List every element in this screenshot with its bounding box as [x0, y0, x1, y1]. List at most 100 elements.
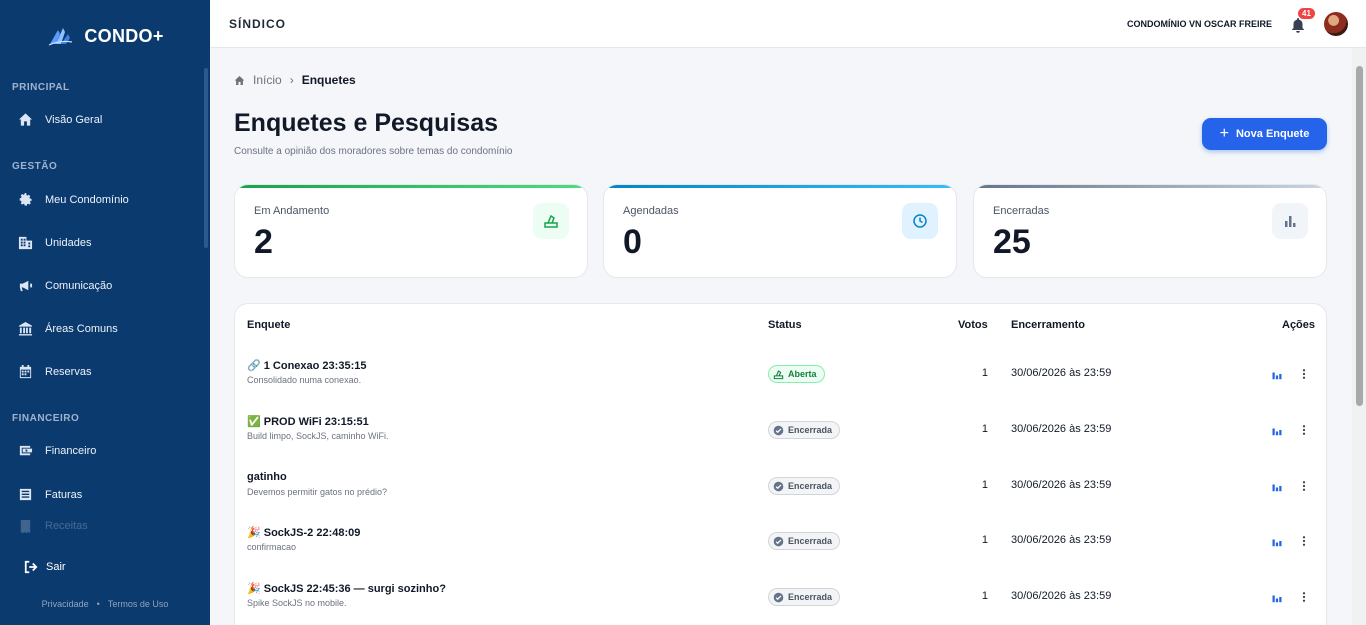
sidebar-item-financeiro[interactable]: Financeiro [0, 429, 210, 472]
sidebar-item-unidades[interactable]: Unidades [0, 221, 210, 264]
sidebar-item-comunicacao[interactable]: Comunicação [0, 264, 210, 307]
sidebar-item-label: Financeiro [45, 444, 97, 457]
poll-closing-date: 30/06/2026 às 23:59 [1011, 479, 1112, 491]
logout-icon [24, 560, 38, 574]
megaphone-icon [17, 278, 33, 294]
main-content: Início › Enquetes Enquetes e Pesquisas C… [210, 48, 1352, 625]
section-principal: PRINCIPAL [12, 82, 70, 93]
poll-title: 🔗 1 Conexao 23:35:15 [247, 360, 367, 372]
results-chart-icon[interactable] [1271, 534, 1285, 548]
stat-card-accent [235, 185, 587, 188]
sidebar-item-label: Comunicação [45, 279, 113, 292]
stat-value: 0 [623, 223, 642, 261]
status-label: Encerrada [788, 536, 833, 546]
new-poll-label: Nova Enquete [1235, 128, 1310, 140]
results-chart-icon[interactable] [1271, 423, 1285, 437]
sidebar-item-label: Visão Geral [45, 113, 103, 126]
table-row[interactable]: 🎉 SockJS 22:45:36 — surgi sozinho? Spike… [235, 570, 1328, 625]
sidebar-item-label: Unidades [45, 236, 92, 249]
section-gestao: GESTÃO [12, 161, 58, 172]
table-row[interactable]: 🔗 1 Conexao 23:35:15 Consolidado numa co… [235, 347, 1328, 403]
sidebar-item-faturas[interactable]: Faturas [0, 473, 210, 516]
sidebar-item-areas-comuns[interactable]: Áreas Comuns [0, 307, 210, 350]
poll-title: 🎉 SockJS-2 22:48:09 [247, 527, 361, 539]
results-chart-icon[interactable] [1271, 479, 1285, 493]
page-scrollbar[interactable] [1352, 48, 1366, 625]
section-financeiro: FINANCEIRO [12, 413, 80, 424]
polls-table: Enquete Status Votos Encerramento Ações … [234, 303, 1327, 625]
table-row[interactable]: gatinho Devemos permitir gatos no prédio… [235, 459, 1328, 515]
stat-card-accent [604, 185, 956, 188]
sidebar-footer: Privacidade • Termos de Uso [0, 599, 210, 609]
topbar: SÍNDICO CONDOMÍNIO VN OSCAR FREIRE 41 [210, 0, 1366, 48]
sidebar-item-reservas[interactable]: Reservas [0, 350, 210, 393]
table-row[interactable]: ✅ PROD WiFi 23:15:51 Build limpo, SockJS… [235, 403, 1328, 459]
vote-box-icon [773, 369, 784, 379]
clock-icon [902, 203, 938, 239]
avatar[interactable] [1324, 11, 1348, 36]
results-chart-icon[interactable] [1271, 590, 1285, 604]
poll-votes: 1 [981, 423, 988, 435]
more-options-icon[interactable] [1298, 423, 1308, 437]
more-options-icon[interactable] [1298, 534, 1308, 548]
receipt-icon [17, 518, 33, 534]
poll-closing-date: 30/06/2026 às 23:59 [1011, 367, 1112, 379]
status-badge: Encerrada [768, 588, 841, 606]
page-title: Enquetes e Pesquisas [234, 109, 499, 137]
plus-icon: + [1219, 125, 1229, 142]
poll-title: gatinho [247, 471, 287, 483]
check-circle-icon [773, 481, 784, 491]
stat-label: Encerradas [993, 205, 1050, 217]
poll-closing-date: 30/06/2026 às 23:59 [1011, 534, 1112, 546]
bell-icon [1292, 17, 1304, 33]
sidebar-item-meu-condominio[interactable]: Meu Condomínio [0, 178, 210, 221]
breadcrumb-home[interactable]: Início [253, 73, 282, 87]
more-options-icon[interactable] [1298, 590, 1308, 604]
poll-description: confirmacao [247, 542, 297, 552]
poll-description: Devemos permitir gatos no prédio? [247, 487, 388, 497]
sidebar-item-label: Reservas [45, 365, 92, 378]
check-circle-icon [773, 425, 784, 435]
vote-box-icon [533, 203, 569, 239]
column-header-status: Status [768, 319, 802, 331]
sidebar-item-label: Meu Condomínio [45, 193, 129, 206]
terms-link[interactable]: Termos de Uso [108, 599, 169, 609]
status-label: Encerrada [788, 592, 833, 602]
sidebar-scrollbar[interactable] [204, 68, 208, 248]
footer-separator: • [96, 599, 100, 609]
poll-votes: 1 [981, 479, 988, 491]
more-options-icon[interactable] [1298, 479, 1308, 493]
stat-card-encerradas: Encerradas 25 [973, 184, 1327, 278]
poll-description: Build limpo, SockJS, caminho WiFi. [247, 431, 389, 441]
status-badge: Encerrada [768, 532, 841, 550]
page-subtitle: Consulte a opinião dos moradores sobre t… [234, 146, 513, 157]
notification-badge: 41 [1298, 7, 1315, 19]
sidebar-item-label: Faturas [45, 488, 83, 501]
logout-button[interactable]: Sair [24, 560, 66, 574]
home-icon [17, 112, 33, 128]
more-options-icon[interactable] [1298, 367, 1308, 381]
table-row[interactable]: 🎉 SockJS-2 22:48:09 confirmacao Encerrad… [235, 514, 1328, 570]
wallet-icon [17, 443, 33, 459]
bar-chart-icon [1272, 203, 1308, 239]
sidebar-item-receitas[interactable]: Receitas [0, 515, 210, 537]
condo-selector[interactable]: CONDOMÍNIO VN OSCAR FREIRE [1127, 19, 1272, 29]
logout-label: Sair [46, 561, 66, 573]
chevron-right-icon: › [289, 73, 294, 87]
poll-description: Spike SockJS no mobile. [247, 598, 347, 608]
results-chart-icon[interactable] [1271, 367, 1285, 381]
privacy-link[interactable]: Privacidade [42, 599, 89, 609]
status-badge: Encerrada [768, 421, 841, 439]
sidebar-item-visao-geral[interactable]: Visão Geral [0, 98, 210, 141]
status-label: Encerrada [788, 425, 833, 435]
notifications-button[interactable]: 41 [1290, 7, 1315, 34]
poll-title: 🎉 SockJS 22:45:36 — surgi sozinho? [247, 583, 446, 595]
building-icon [17, 235, 33, 251]
status-label: Encerrada [788, 481, 833, 491]
poll-votes: 1 [981, 590, 988, 602]
new-poll-button[interactable]: + Nova Enquete [1202, 118, 1327, 150]
page-scrollbar-thumb[interactable] [1356, 66, 1363, 406]
status-label: Aberta [788, 369, 817, 379]
brand[interactable]: CONDO+ [0, 0, 210, 72]
stat-card-accent [974, 185, 1326, 188]
